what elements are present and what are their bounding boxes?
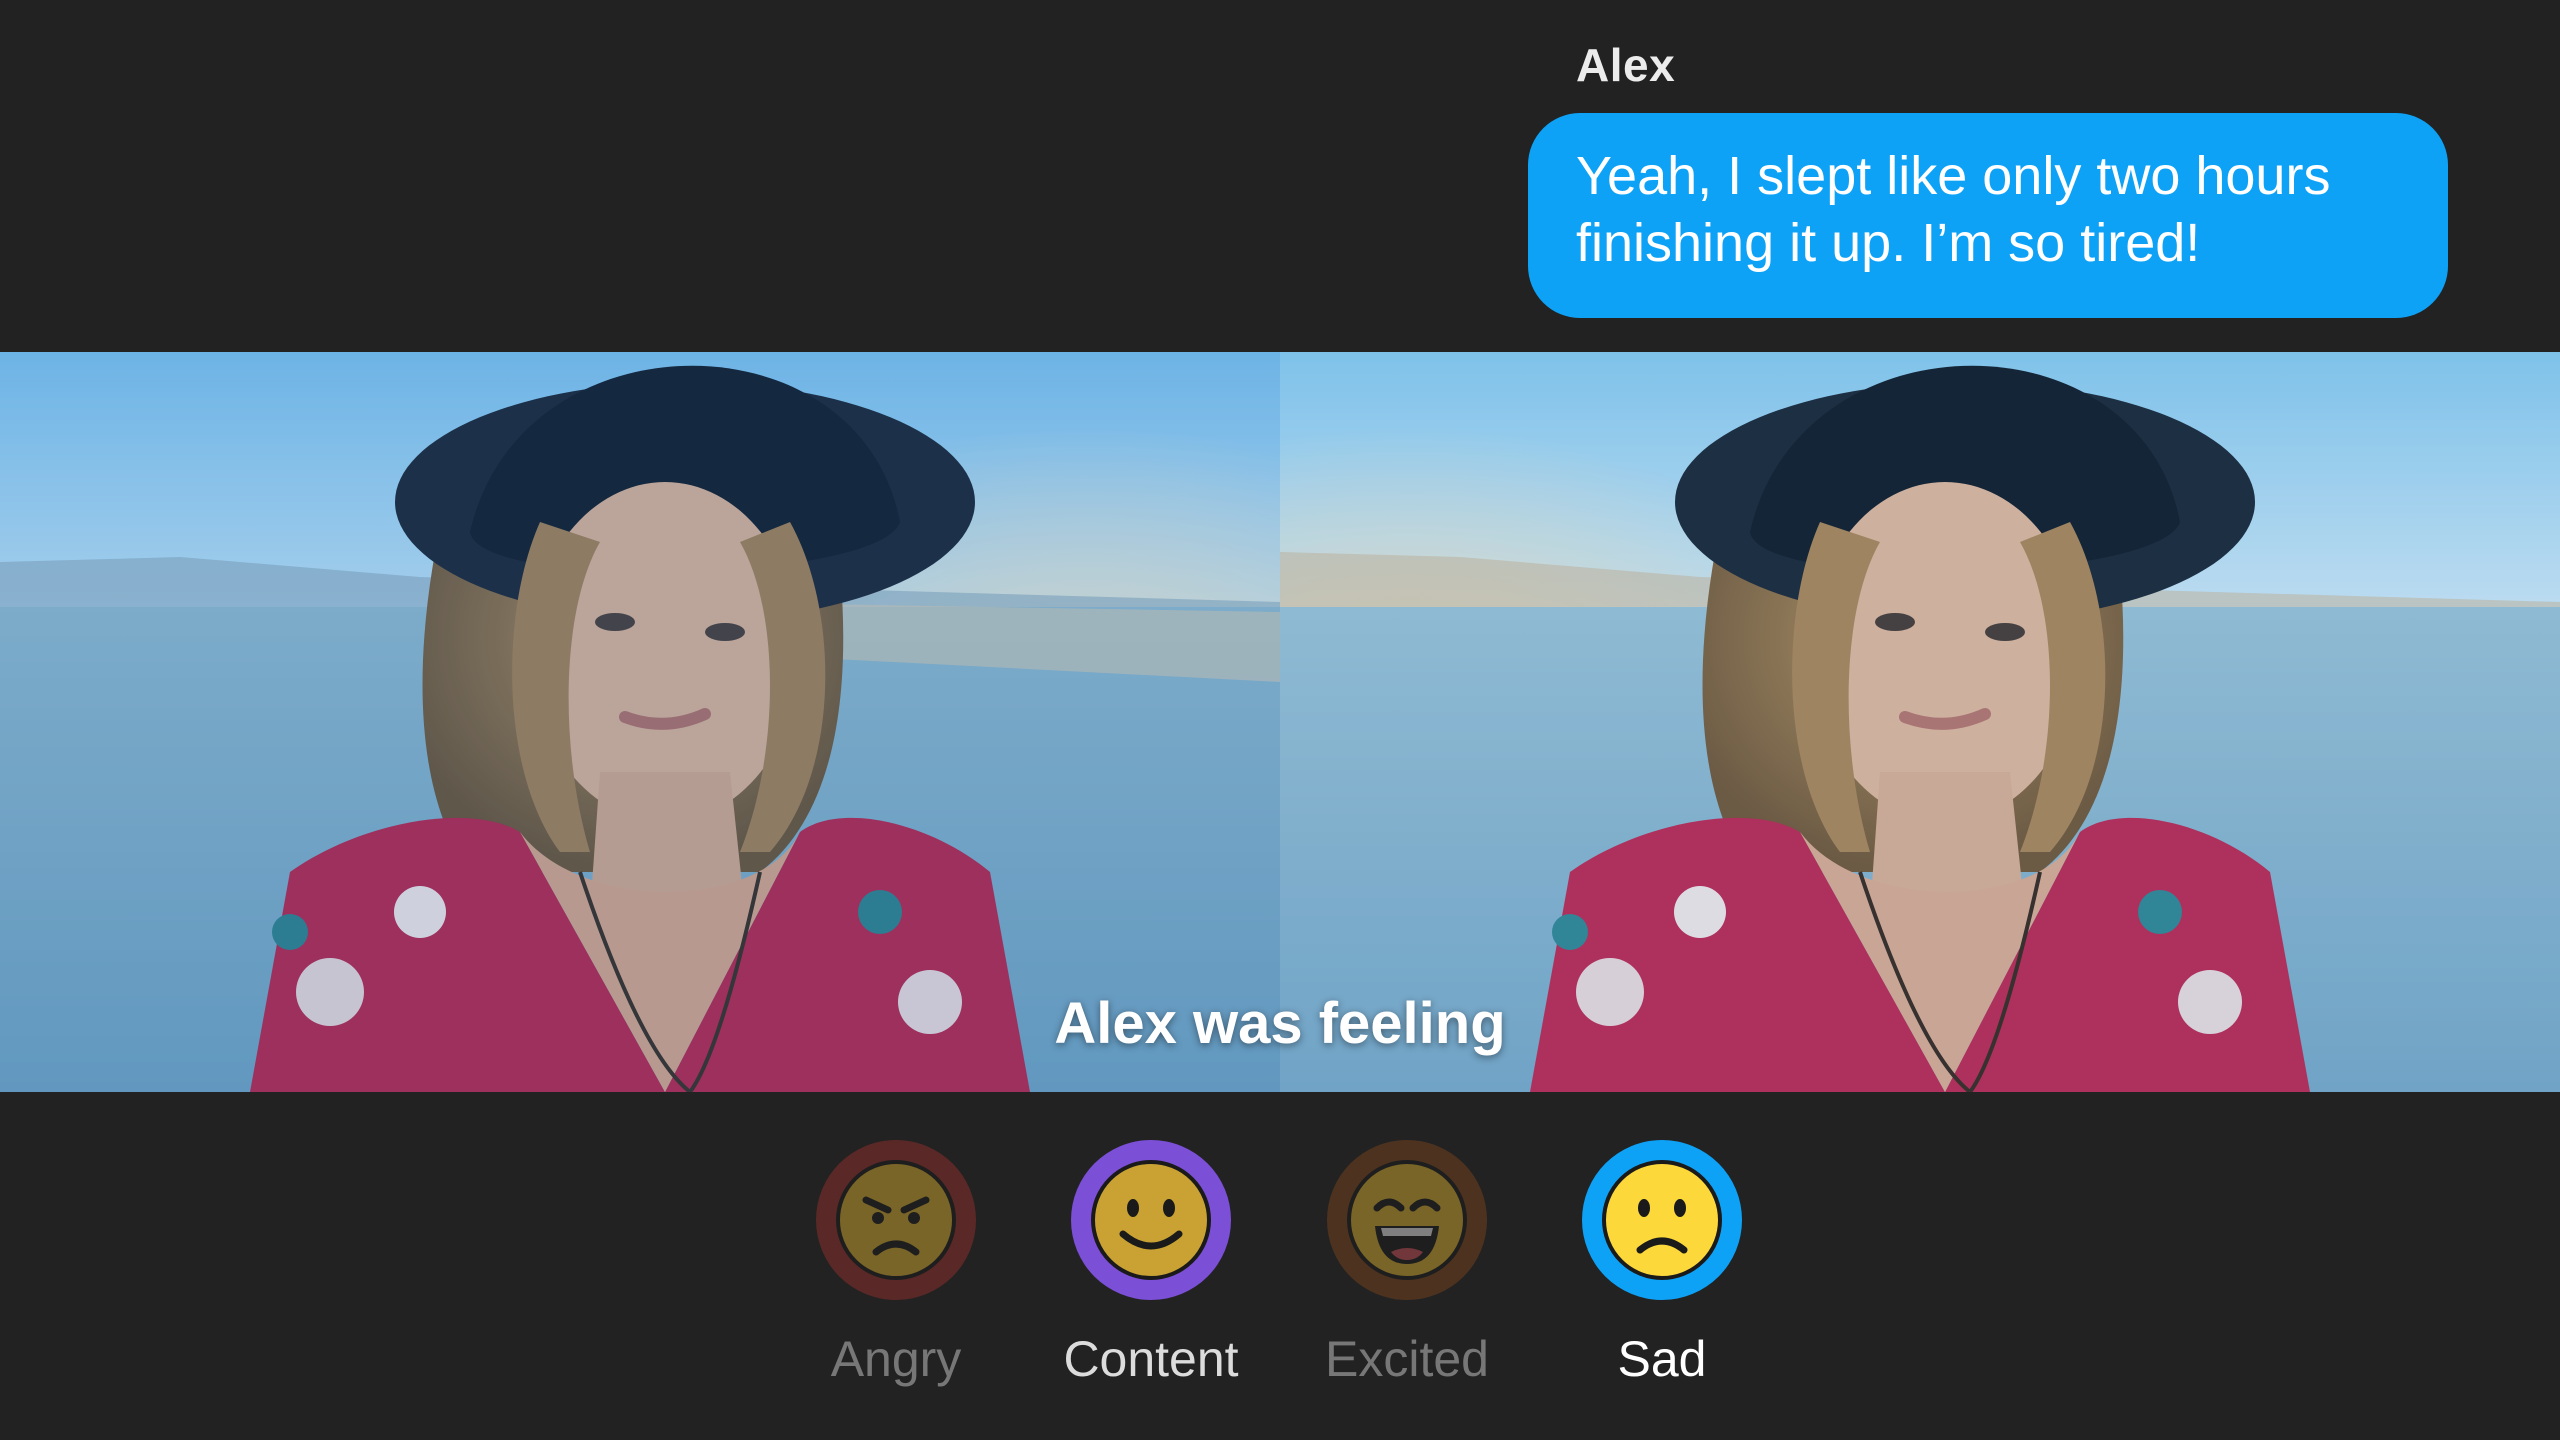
portrait-photo-left (0, 352, 1280, 1092)
excited-ring (1327, 1140, 1487, 1300)
choice-label: Excited (1325, 1331, 1489, 1387)
angry-ring (816, 1140, 976, 1300)
frowning-face-icon (1602, 1160, 1722, 1280)
portrait-photo-right (1280, 352, 2560, 1092)
choice-excited[interactable]: Excited (1302, 1138, 1512, 1398)
feeling-prompt: Alex was feeling (1054, 991, 1506, 1056)
sender-name: Alex (1576, 39, 1676, 91)
choice-label: Angry (830, 1331, 962, 1387)
choice-sad[interactable]: Sad (1557, 1138, 1767, 1398)
emotion-quiz-screen: Alex Yeah, I slept like only two hours f… (0, 0, 2560, 1440)
smiling-face-icon (1091, 1160, 1211, 1280)
grinning-face-icon (1347, 1160, 1467, 1280)
sad-ring (1582, 1140, 1742, 1300)
choice-angry[interactable]: Angry (791, 1138, 1001, 1398)
message-bubble: Yeah, I slept like only two hours finish… (1528, 113, 2448, 318)
choice-label: Sad (1617, 1331, 1707, 1387)
photo-strip (0, 352, 2560, 1092)
emotion-choices: Angry Content Excited Sad (0, 1138, 2560, 1398)
angry-face-icon (836, 1160, 956, 1280)
choice-content[interactable]: Content (1046, 1138, 1256, 1398)
content-ring (1071, 1140, 1231, 1300)
choice-label: Content (1063, 1331, 1239, 1387)
